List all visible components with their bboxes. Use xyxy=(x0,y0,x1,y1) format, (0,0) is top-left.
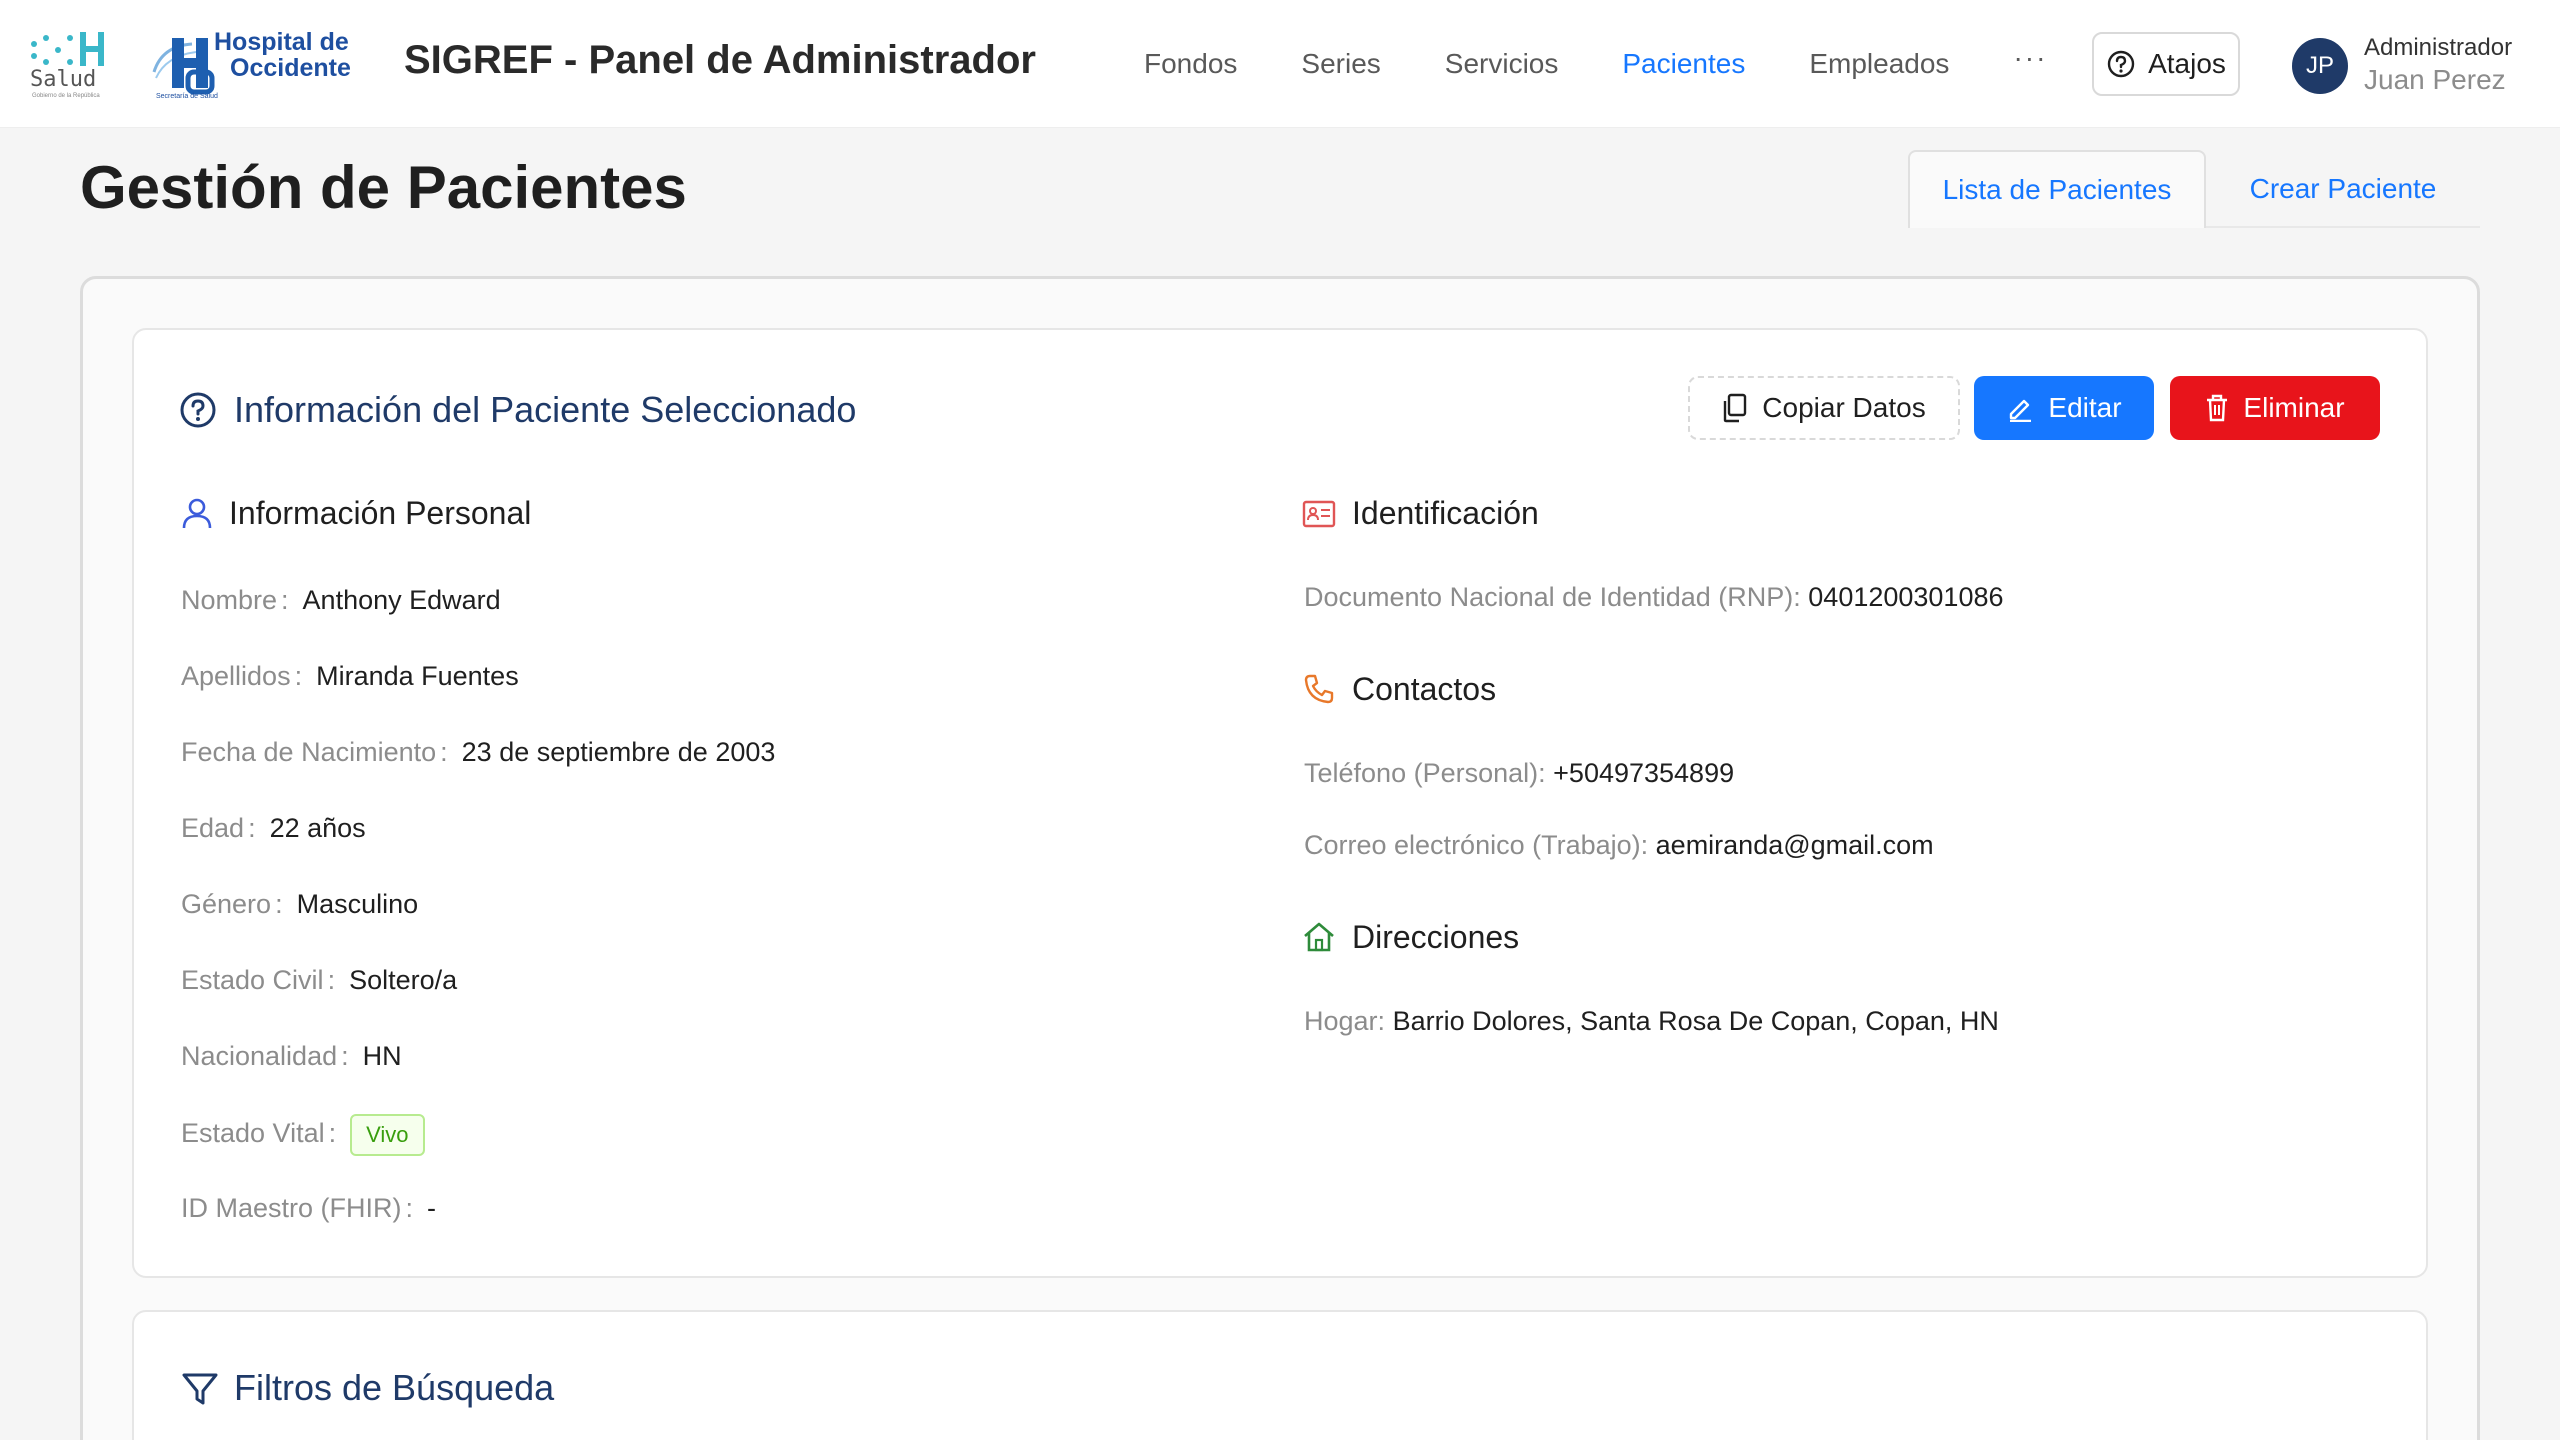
field-genero: Género: Masculino xyxy=(181,889,419,919)
delete-button[interactable]: Eliminar xyxy=(2170,376,2380,440)
copy-data-button[interactable]: Copiar Datos xyxy=(1688,376,1960,440)
field-id-maestro: ID Maestro (FHIR): - xyxy=(181,1193,437,1223)
field-label: Documento Nacional de Identidad (RNP): xyxy=(1304,582,1801,612)
field-label: Edad xyxy=(181,813,245,843)
field-value: 22 años xyxy=(269,813,366,843)
field-label: ID Maestro (FHIR) xyxy=(181,1193,402,1223)
hospital-logo: Hospital de Occidente Secretaría de Salu… xyxy=(152,28,351,100)
shortcuts-button[interactable]: Atajos xyxy=(2092,32,2240,96)
page-tabs: Lista de Pacientes Crear Paciente xyxy=(1908,150,2480,228)
svg-text:Gobierno de la República: Gobierno de la República xyxy=(32,93,100,99)
field-value: Miranda Fuentes xyxy=(316,661,519,691)
edit-button[interactable]: Editar xyxy=(1974,376,2154,440)
delete-label: Eliminar xyxy=(2243,392,2345,423)
field-value: Soltero/a xyxy=(349,965,458,995)
field-label: Correo electrónico (Trabajo): xyxy=(1304,830,1649,860)
phone-icon xyxy=(1304,674,1334,704)
field-label: Estado Vital xyxy=(181,1118,325,1149)
patient-info-card xyxy=(132,328,2428,1278)
home-icon xyxy=(1304,922,1334,952)
patient-card-title: Información del Paciente Seleccionado xyxy=(234,389,857,430)
nav-item-empleados[interactable]: Empleados xyxy=(1809,44,1949,84)
field-correo: Correo electrónico (Trabajo): aemiranda@… xyxy=(1304,827,1934,863)
user-name: Juan Perez xyxy=(2364,64,2506,95)
field-fecha-nacimiento: Fecha de Nacimiento:23 de septiembre de … xyxy=(181,737,776,767)
trash-icon xyxy=(2207,394,2228,422)
field-dni: Documento Nacional de Identidad (RNP): 0… xyxy=(1304,579,2004,615)
addresses-heading: Direcciones xyxy=(1352,919,1520,955)
svg-text:Hospital de: Hospital de xyxy=(214,28,349,56)
contacts-heading: Contactos xyxy=(1352,671,1497,707)
field-estado-vital: Estado Vital: Vivo xyxy=(181,1114,425,1156)
field-value: Masculino xyxy=(296,889,419,919)
svg-text:Salud: Salud xyxy=(30,67,96,92)
user-role: Administrador xyxy=(2364,34,2513,61)
tab-crear-paciente[interactable]: Crear Paciente xyxy=(2206,150,2480,228)
top-header: Salud Gobierno de la República Hospital … xyxy=(0,0,2560,128)
field-value: Barrio Dolores, Santa Rosa De Copan, Cop… xyxy=(1392,1006,1999,1036)
edit-label: Editar xyxy=(2048,392,2122,423)
field-label: Apellidos xyxy=(181,661,291,691)
nav-more-menu[interactable]: ··· xyxy=(2013,44,2047,84)
question-circle-icon xyxy=(2107,50,2135,78)
field-telefono: Teléfono (Personal): +50497354899 xyxy=(1304,755,1734,791)
field-label: Nombre xyxy=(181,585,278,615)
field-label: Nacionalidad xyxy=(181,1041,338,1071)
svg-text:Occidente: Occidente xyxy=(230,54,351,82)
user-icon xyxy=(182,498,212,529)
filters-card-title: Filtros de Búsqueda xyxy=(234,1367,555,1408)
field-nombre: Nombre: Anthony Edward xyxy=(181,585,501,615)
pencil-icon xyxy=(2010,399,2032,422)
field-value: 23 de septiembre de 2003 xyxy=(461,737,776,767)
id-card-icon xyxy=(1302,500,1336,528)
main-nav: Fondos Series Servicios Pacientes Emplea… xyxy=(1144,44,2047,84)
nav-item-pacientes[interactable]: Pacientes xyxy=(1622,44,1745,84)
field-value: - xyxy=(427,1193,437,1223)
field-value: aemiranda@gmail.com xyxy=(1655,830,1934,860)
field-value: Anthony Edward xyxy=(302,585,501,615)
field-value: +50497354899 xyxy=(1553,758,1735,788)
question-circle-icon xyxy=(180,392,216,428)
field-label: Género xyxy=(181,889,272,919)
tab-lista-pacientes[interactable]: Lista de Pacientes xyxy=(1908,150,2206,228)
salud-logo: Salud Gobierno de la República xyxy=(30,32,104,99)
field-nacionalidad: Nacionalidad: HN xyxy=(181,1041,402,1071)
field-label: Teléfono (Personal): xyxy=(1304,758,1546,788)
svg-text:Secretaría de Salud: Secretaría de Salud xyxy=(156,93,218,100)
field-value: HN xyxy=(362,1041,402,1071)
copy-data-label: Copiar Datos xyxy=(1762,392,1926,423)
field-edad: Edad:22 años xyxy=(181,813,366,843)
identification-heading: Identificación xyxy=(1352,495,1539,531)
app-title: SIGREF - Panel de Administrador xyxy=(404,38,1036,82)
nav-item-series[interactable]: Series xyxy=(1301,44,1380,84)
nav-item-fondos[interactable]: Fondos xyxy=(1144,44,1237,84)
page-title: Gestión de Pacientes xyxy=(80,154,687,221)
field-label: Hogar: xyxy=(1304,1006,1386,1036)
nav-item-servicios[interactable]: Servicios xyxy=(1445,44,1559,84)
field-estado-civil: Estado Civil: Soltero/a xyxy=(181,965,458,995)
copy-icon xyxy=(1724,393,1747,423)
status-badge: Vivo xyxy=(350,1114,425,1156)
field-value: 0401200301086 xyxy=(1808,582,2004,612)
field-label: Estado Civil xyxy=(181,965,324,995)
avatar[interactable]: JP xyxy=(2292,38,2348,94)
shortcuts-label: Atajos xyxy=(2148,48,2226,79)
field-label: Fecha de Nacimiento xyxy=(181,737,437,767)
field-hogar: Hogar: Barrio Dolores, Santa Rosa De Cop… xyxy=(1304,1003,1999,1039)
personal-info-heading: Información Personal xyxy=(229,495,532,531)
field-apellidos: Apellidos: Miranda Fuentes xyxy=(181,661,519,691)
filter-icon xyxy=(182,1373,218,1405)
